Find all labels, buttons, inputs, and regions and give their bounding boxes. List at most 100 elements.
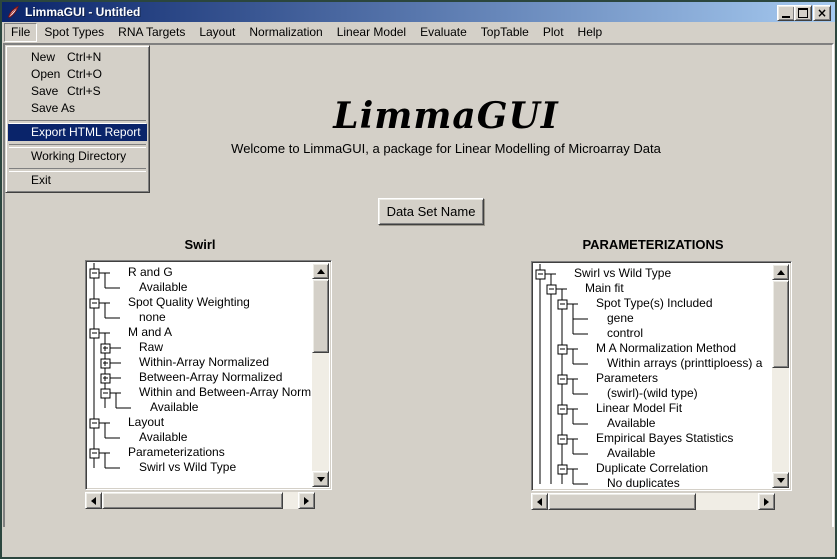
tree-viewport[interactable]: AvailableR and GnoneSpot Quality Weighti…	[88, 263, 312, 487]
tree-node-label[interactable]: M and A	[128, 325, 172, 340]
page-title: LimmaGUI	[60, 95, 832, 137]
maximize-icon	[798, 8, 808, 18]
menubar-item-plot[interactable]: Plot	[536, 23, 571, 42]
scroll-up-button[interactable]	[312, 263, 329, 279]
tree-node-label[interactable]: Within and Between-Array Norm	[139, 385, 311, 400]
scroll-up-button[interactable]	[772, 264, 789, 280]
tree-node-label[interactable]: control	[607, 326, 643, 341]
menu-separator	[8, 141, 147, 148]
menu-item-label: Exit	[31, 172, 51, 189]
tree-node-label[interactable]: Available	[150, 400, 198, 415]
scroll-left-button[interactable]	[531, 493, 548, 510]
close-icon: ×	[817, 8, 827, 18]
scroll-right-button[interactable]	[298, 492, 315, 509]
menubar-item-toptable[interactable]: TopTable	[474, 23, 536, 42]
menubar-item-normalization[interactable]: Normalization	[242, 23, 329, 42]
right-tree-title: PARAMETERIZATIONS	[533, 237, 773, 252]
tree-node-label[interactable]: Spot Type(s) Included	[596, 296, 713, 311]
menu-separator	[8, 117, 147, 124]
menubar-item-layout[interactable]: Layout	[192, 23, 242, 42]
data-set-name-button[interactable]: Data Set Name	[378, 198, 484, 225]
tree-node-label[interactable]: Parameters	[596, 371, 658, 386]
menubar-item-file[interactable]: File	[4, 23, 37, 42]
menubar-item-rna-targets[interactable]: RNA Targets	[111, 23, 192, 42]
tree-node-label[interactable]: Empirical Bayes Statistics	[596, 431, 733, 446]
scroll-down-button[interactable]	[312, 471, 329, 487]
tree-node-label[interactable]: R and G	[128, 265, 173, 280]
arrow-left-icon	[91, 497, 96, 505]
horizontal-scrollbar[interactable]	[85, 492, 315, 509]
file-menu-item-open[interactable]: Open Ctrl+O	[8, 66, 147, 83]
maximize-button[interactable]	[794, 5, 812, 21]
tree-node-label[interactable]: Within arrays (printtiploess) a	[607, 356, 762, 371]
window-title: LimmaGUI - Untitled	[25, 5, 140, 19]
minimize-icon	[782, 16, 790, 18]
tree-node-label[interactable]: Main fit	[585, 281, 624, 296]
menubar-item-evaluate[interactable]: Evaluate	[413, 23, 474, 42]
menu-separator	[8, 165, 147, 172]
arrow-down-icon	[777, 478, 785, 483]
tree-node-label[interactable]: Available	[607, 416, 655, 431]
file-menu-item-new[interactable]: NewCtrl+N	[8, 49, 147, 66]
scroll-thumb[interactable]	[772, 280, 789, 368]
scroll-thumb[interactable]	[102, 492, 283, 509]
tree-node-label[interactable]: Parameterizations	[128, 445, 225, 460]
tree-node-label[interactable]: No duplicates	[607, 476, 680, 488]
arrow-left-icon	[537, 498, 542, 506]
tree-node-label[interactable]: Raw	[139, 340, 163, 355]
menu-bar: FileSpot TypesRNA TargetsLayoutNormaliza…	[2, 22, 835, 43]
menu-item-accelerator: Ctrl+N	[67, 49, 101, 66]
app-window: LimmaGUI - Untitled × FileSpot TypesRNA …	[0, 0, 837, 559]
arrow-up-icon	[777, 270, 785, 275]
arrow-right-icon	[764, 498, 769, 506]
file-menu-item-exit[interactable]: Exit	[8, 172, 147, 189]
menu-item-label: Save	[31, 83, 58, 100]
menu-item-label: Open	[31, 66, 60, 83]
scroll-right-button[interactable]	[758, 493, 775, 510]
menubar-item-spot-types[interactable]: Spot Types	[37, 23, 111, 42]
scroll-down-button[interactable]	[772, 472, 789, 488]
arrow-down-icon	[317, 477, 325, 482]
tree-viewport[interactable]: genecontrol Spot Type(s) Included Within a…	[534, 264, 772, 488]
file-menu-item-working-directory[interactable]: Working Directory	[8, 148, 147, 165]
tree-node-label[interactable]: Within-Array Normalized	[139, 355, 269, 370]
parameterizations-tree: genecontrol Spot Type(s) Included Within a…	[531, 261, 792, 491]
title-bar[interactable]: LimmaGUI - Untitled ×	[2, 2, 835, 22]
tree-node-label[interactable]: Duplicate Correlation	[596, 461, 708, 476]
scroll-left-button[interactable]	[85, 492, 102, 509]
menu-item-accelerator: Ctrl+S	[67, 83, 101, 100]
vertical-scrollbar[interactable]	[772, 264, 789, 488]
file-menu-item-save[interactable]: Save Ctrl+S	[8, 83, 147, 100]
tree-node-label[interactable]: Available	[607, 446, 655, 461]
tree-node-label[interactable]: gene	[607, 311, 634, 326]
tk-feather-icon	[6, 5, 20, 19]
menu-item-label: Save As	[31, 100, 75, 117]
vertical-scrollbar[interactable]	[312, 263, 329, 487]
tree-node-label[interactable]: Between-Array Normalized	[139, 370, 282, 385]
tree-node-label[interactable]: Spot Quality Weighting	[128, 295, 250, 310]
tree-node-label[interactable]: Swirl vs Wild Type	[139, 460, 236, 475]
tree-node-label[interactable]: Layout	[128, 415, 164, 430]
welcome-text: Welcome to LimmaGUI, a package for Linea…	[60, 141, 832, 156]
file-menu-item-save-as[interactable]: Save As	[8, 100, 147, 117]
tree-node-label[interactable]: Available	[139, 280, 187, 295]
tree-node-label[interactable]: M A Normalization Method	[596, 341, 736, 356]
tree-node-label[interactable]: Available	[139, 430, 187, 445]
horizontal-scrollbar[interactable]	[531, 493, 775, 510]
scroll-thumb[interactable]	[312, 279, 329, 353]
tree-node-label[interactable]: none	[139, 310, 166, 325]
close-button[interactable]: ×	[813, 5, 831, 21]
minimize-button[interactable]	[777, 5, 795, 21]
left-tree-title: Swirl	[87, 237, 313, 252]
file-menu-popup: NewCtrl+NOpen Ctrl+O Save Ctrl+SSave As Expo…	[5, 45, 150, 193]
tree-node-label[interactable]: Linear Model Fit	[596, 401, 682, 416]
tree-node-label[interactable]: Swirl vs Wild Type	[574, 266, 671, 281]
file-menu-item-export-html-report[interactable]: Export HTML Report	[8, 124, 147, 141]
status-strip	[2, 527, 835, 559]
scroll-thumb[interactable]	[548, 493, 696, 510]
menubar-item-help[interactable]: Help	[571, 23, 610, 42]
tree-node-label[interactable]: (swirl)-(wild type)	[607, 386, 698, 401]
arrow-up-icon	[317, 269, 325, 274]
menu-item-accelerator: Ctrl+O	[67, 66, 102, 83]
menubar-item-linear-model[interactable]: Linear Model	[330, 23, 413, 42]
